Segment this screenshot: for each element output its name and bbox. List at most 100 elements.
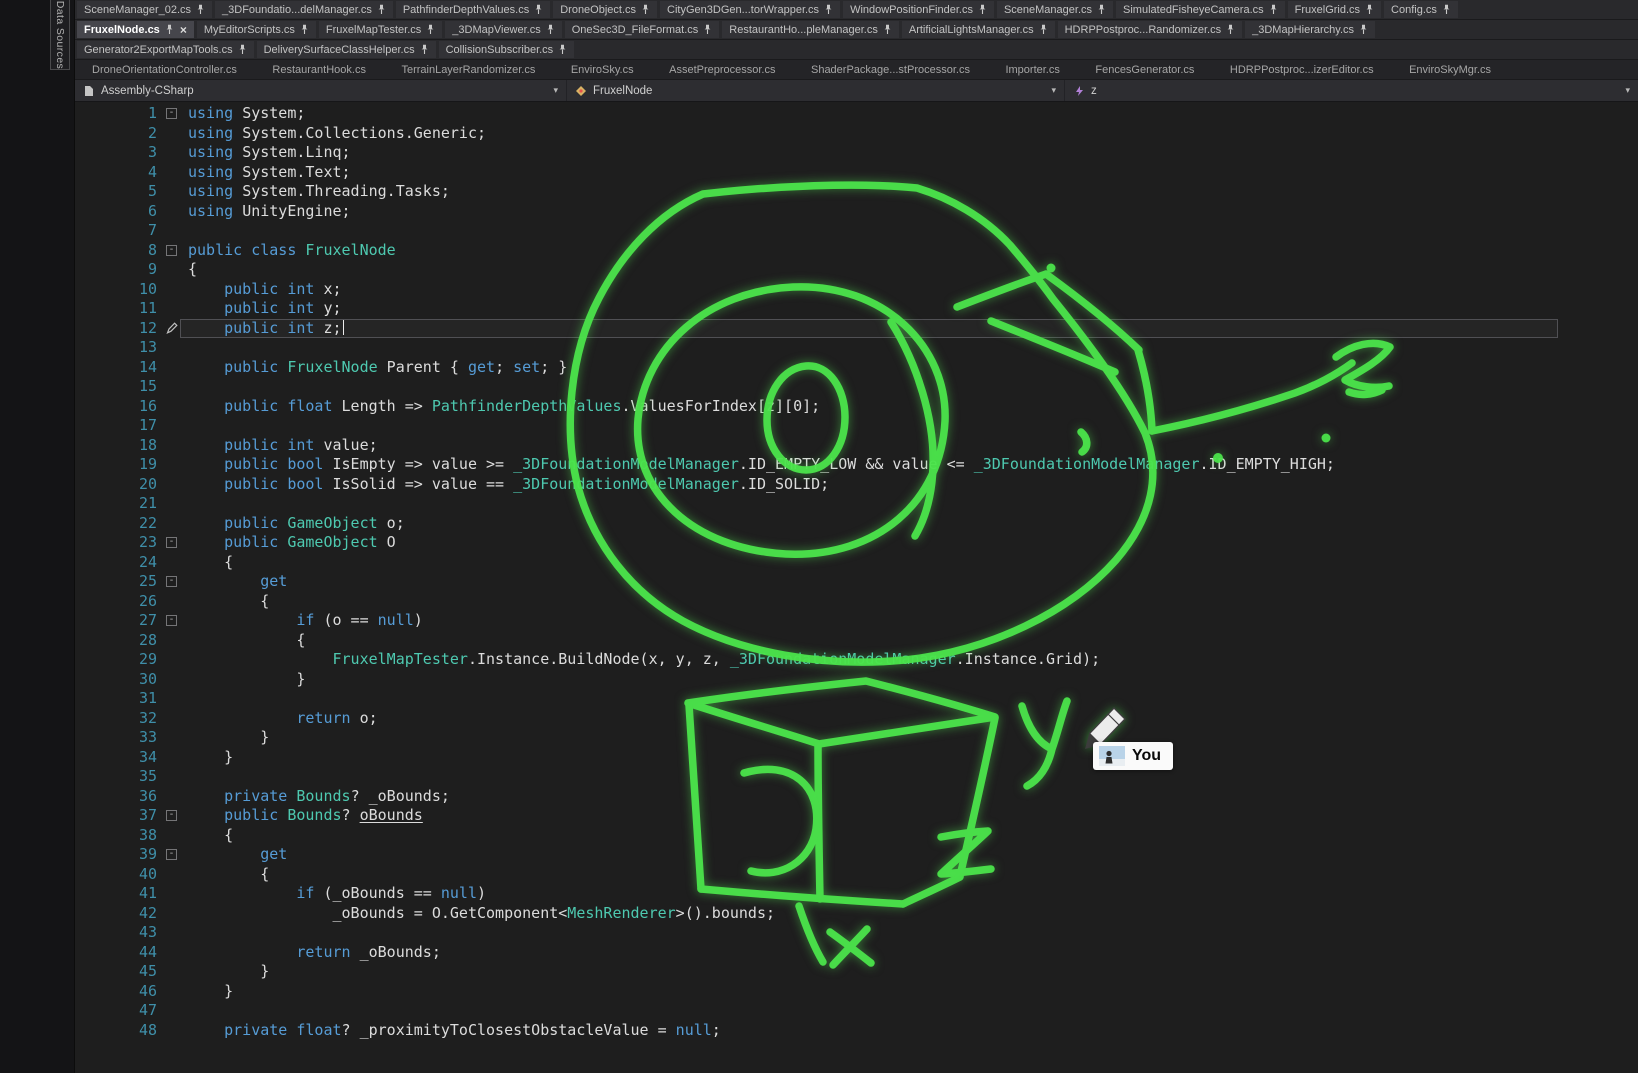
pin-icon[interactable]: [641, 4, 650, 15]
line-number[interactable]: 35: [75, 767, 163, 787]
line-number[interactable]: 21: [75, 494, 163, 514]
line-number[interactable]: 2: [75, 124, 163, 144]
line-number[interactable]: 47: [75, 1001, 163, 1021]
project-dropdown[interactable]: Assembly-CSharp ▾: [75, 80, 567, 101]
code-line[interactable]: 18 public int value;: [75, 436, 1638, 456]
fold-collapse-icon[interactable]: -: [166, 849, 177, 860]
fold-collapse-icon[interactable]: -: [166, 576, 177, 587]
line-number[interactable]: 40: [75, 865, 163, 885]
code-line[interactable]: 42 _oBounds = O.GetComponent<MeshRendere…: [75, 904, 1638, 924]
code-line[interactable]: 13: [75, 338, 1638, 358]
code-line[interactable]: 45 }: [75, 962, 1638, 982]
code-line[interactable]: 6using UnityEngine;: [75, 202, 1638, 222]
code-line[interactable]: 27- if (o == null): [75, 611, 1638, 631]
line-number[interactable]: 20: [75, 475, 163, 495]
fold-collapse-icon[interactable]: -: [166, 615, 177, 626]
line-number[interactable]: 6: [75, 202, 163, 222]
code-line[interactable]: 33 }: [75, 728, 1638, 748]
code-line[interactable]: 4using System.Text;: [75, 163, 1638, 183]
code-line[interactable]: 16 public float Length => PathfinderDept…: [75, 397, 1638, 417]
tab-envirosky-cs[interactable]: EnviroSky.cs: [564, 61, 641, 78]
type-dropdown[interactable]: FruxelNode ▾: [567, 80, 1065, 101]
tab-fencesgenerator-cs[interactable]: FencesGenerator.cs: [1088, 61, 1201, 78]
pin-icon[interactable]: [196, 4, 205, 15]
code-line[interactable]: 3using System.Linq;: [75, 143, 1638, 163]
tab-shaderpackage-stprocessor-cs[interactable]: ShaderPackage...stProcessor.cs: [804, 61, 977, 78]
code-line[interactable]: 41 if (_oBounds == null): [75, 884, 1638, 904]
fold-collapse-icon[interactable]: -: [166, 108, 177, 119]
pin-icon[interactable]: [978, 4, 987, 15]
tab-simulatedfisheyecamera-cs[interactable]: SimulatedFisheyeCamera.cs: [1116, 1, 1285, 18]
pin-icon[interactable]: [1269, 4, 1278, 15]
code-line[interactable]: 34 }: [75, 748, 1638, 768]
tab-citygen3dgen-torwrapper-cs[interactable]: CityGen3DGen...torWrapper.cs: [660, 1, 840, 18]
code-line[interactable]: 32 return o;: [75, 709, 1638, 729]
line-number[interactable]: 4: [75, 163, 163, 183]
code-line[interactable]: 21: [75, 494, 1638, 514]
code-line[interactable]: 25- get: [75, 572, 1638, 592]
code-line[interactable]: 12 public int z;: [75, 319, 1638, 339]
pin-icon[interactable]: [703, 24, 712, 35]
line-number[interactable]: 1: [75, 104, 163, 124]
tab-enviroskymgr-cs[interactable]: EnviroSkyMgr.cs: [1402, 61, 1498, 78]
pin-icon[interactable]: [1226, 24, 1235, 35]
code-line[interactable]: 24 {: [75, 553, 1638, 573]
pin-icon[interactable]: [1442, 4, 1451, 15]
code-line[interactable]: 17: [75, 416, 1638, 436]
tab-importer-cs[interactable]: Importer.cs: [998, 61, 1066, 78]
code-line[interactable]: 22 public GameObject o;: [75, 514, 1638, 534]
code-line[interactable]: 26 {: [75, 592, 1638, 612]
tab-myeditorscripts-cs[interactable]: MyEditorScripts.cs: [197, 21, 316, 38]
pin-icon[interactable]: [883, 24, 892, 35]
tab-droneorientationcontroller-cs[interactable]: DroneOrientationController.cs: [85, 61, 244, 78]
line-number[interactable]: 32: [75, 709, 163, 729]
pin-icon[interactable]: [534, 4, 543, 15]
pin-icon[interactable]: [558, 44, 567, 55]
code-line[interactable]: 30 }: [75, 670, 1638, 690]
sidebar-tab-data-sources[interactable]: Data Sources: [50, 0, 70, 70]
code-line[interactable]: 11 public int y;: [75, 299, 1638, 319]
tab-deliverysurfaceclasshelper-cs[interactable]: DeliverySurfaceClassHelper.cs: [257, 41, 436, 58]
code-line[interactable]: 35: [75, 767, 1638, 787]
tab-pathfinderdepthvalues-cs[interactable]: PathfinderDepthValues.cs: [396, 1, 550, 18]
pin-icon[interactable]: [420, 44, 429, 55]
member-dropdown[interactable]: z ▾: [1065, 80, 1638, 101]
code-line[interactable]: 44 return _oBounds;: [75, 943, 1638, 963]
line-number[interactable]: 46: [75, 982, 163, 1002]
line-number[interactable]: 27: [75, 611, 163, 631]
tab-generator2exportmaptools-cs[interactable]: Generator2ExportMapTools.cs: [77, 41, 254, 58]
fold-collapse-icon[interactable]: -: [166, 537, 177, 548]
tab-droneobject-cs[interactable]: DroneObject.cs: [553, 1, 657, 18]
tab-terrainlayerrandomizer-cs[interactable]: TerrainLayerRandomizer.cs: [394, 61, 542, 78]
line-number[interactable]: 19: [75, 455, 163, 475]
code-line[interactable]: 19 public bool IsEmpty => value >= _3DFo…: [75, 455, 1638, 475]
pin-icon[interactable]: [426, 24, 435, 35]
tab-hdrppostproc-randomizer-cs[interactable]: HDRPPostproc...Randomizer.cs: [1058, 21, 1243, 38]
pin-icon[interactable]: [165, 24, 174, 35]
pin-icon[interactable]: [824, 4, 833, 15]
line-number[interactable]: 9: [75, 260, 163, 280]
code-line[interactable]: 46 }: [75, 982, 1638, 1002]
line-number[interactable]: 28: [75, 631, 163, 651]
line-number[interactable]: 17: [75, 416, 163, 436]
line-number[interactable]: 43: [75, 923, 163, 943]
fold-collapse-icon[interactable]: -: [166, 810, 177, 821]
code-line[interactable]: 31: [75, 689, 1638, 709]
tab-assetpreprocessor-cs[interactable]: AssetPreprocessor.cs: [662, 61, 782, 78]
line-number[interactable]: 41: [75, 884, 163, 904]
line-number[interactable]: 22: [75, 514, 163, 534]
line-number[interactable]: 48: [75, 1021, 163, 1041]
line-number[interactable]: 29: [75, 650, 163, 670]
line-number[interactable]: 25: [75, 572, 163, 592]
code-line[interactable]: 7: [75, 221, 1638, 241]
tab-config-cs[interactable]: Config.cs: [1384, 1, 1458, 18]
close-icon[interactable]: ×: [180, 23, 187, 37]
line-number[interactable]: 24: [75, 553, 163, 573]
code-line[interactable]: 28 {: [75, 631, 1638, 651]
tab-windowpositionfinder-cs[interactable]: WindowPositionFinder.cs: [843, 1, 994, 18]
line-number[interactable]: 3: [75, 143, 163, 163]
line-number[interactable]: 33: [75, 728, 163, 748]
tab-artificiallightsmanager-cs[interactable]: ArtificialLightsManager.cs: [902, 21, 1055, 38]
line-number[interactable]: 16: [75, 397, 163, 417]
tab-restaurantho-plemanager-cs[interactable]: RestaurantHo...pleManager.cs: [722, 21, 899, 38]
